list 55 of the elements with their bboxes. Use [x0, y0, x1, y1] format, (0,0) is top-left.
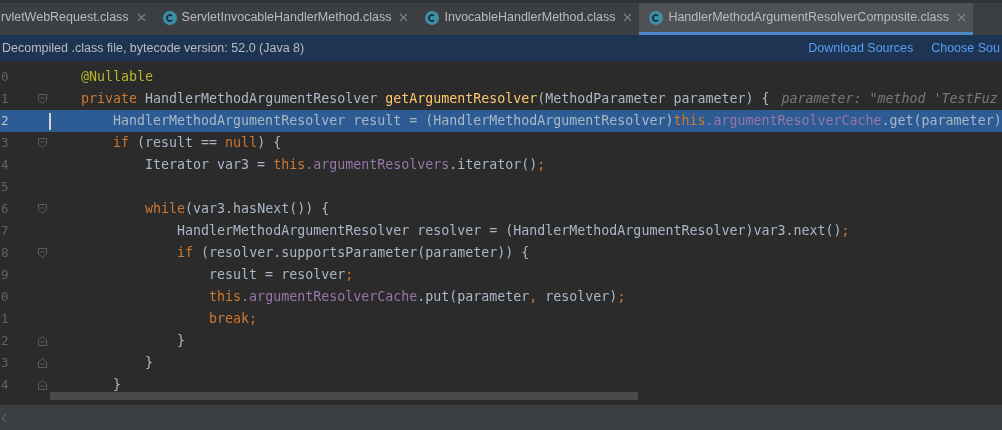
fold-icon[interactable] — [37, 248, 47, 258]
tab-label: ServletInvocableHandlerMethod.class — [181, 9, 392, 27]
tab-label: rvletWebRequest.class — [1, 9, 129, 27]
code-line: HandlerMethodArgumentResolver resolver = (HandlerMethodArgumentResolver)var3.next(); — [176, 222, 850, 241]
code-line: } — [176, 332, 186, 351]
fold-icon[interactable] — [37, 94, 47, 104]
line-number: 6 — [0, 199, 10, 218]
line-number: 1 — [0, 309, 10, 328]
line-number: 5 — [0, 177, 10, 196]
code-line: if (result == null) { — [112, 134, 282, 153]
editor-tab[interactable]: InvocableHandlerMethod.class — [415, 3, 640, 35]
line-number: 7 — [0, 221, 10, 240]
line-number: 9 — [0, 265, 10, 284]
editor-tab[interactable]: HandlerMethodArgumentResolverComposite.class — [639, 3, 974, 35]
caret-marker — [49, 112, 51, 130]
close-icon[interactable] — [957, 13, 967, 22]
close-icon[interactable] — [136, 13, 146, 22]
inline-hint: parameter: "method 'TestFuz — [781, 90, 998, 109]
line-number: 3 — [0, 133, 10, 152]
close-icon[interactable] — [399, 13, 409, 22]
line-number: 4 — [0, 375, 10, 394]
code-line: result = resolver; — [208, 266, 354, 285]
editor-tab[interactable]: ServletInvocableHandlerMethod.class — [152, 3, 416, 35]
tab-label: InvocableHandlerMethod.class — [444, 9, 616, 27]
code-line: private HandlerMethodArgumentResolver getArgumentResolver(MethodParameter parameter) { — [81, 90, 770, 109]
code-line: while(var3.hasNext()) { — [144, 200, 330, 219]
code-line: @Nullable — [81, 68, 154, 87]
line-number: 2 — [0, 111, 10, 130]
line-number: 3 — [0, 353, 10, 372]
fold-icon[interactable] — [37, 358, 47, 368]
horizontal-scrollbar[interactable] — [50, 392, 638, 400]
fold-icon[interactable] — [37, 380, 47, 390]
info-link[interactable]: Download Sources — [808, 38, 914, 58]
close-icon[interactable] — [623, 13, 633, 22]
line-number: 2 — [0, 331, 10, 350]
line-number: 0 — [0, 67, 10, 86]
fold-icon[interactable] — [37, 138, 47, 148]
line-number: 1 — [0, 89, 10, 108]
chevron-left-icon[interactable] — [1, 412, 7, 423]
editor-tab[interactable]: rvletWebRequest.class — [0, 3, 153, 35]
code-line: if (resolver.supportsParameter(parameter)) { — [176, 244, 530, 263]
fold-icon[interactable] — [37, 204, 47, 214]
code-line: HandlerMethodArgumentResolver result = (HandlerMethodArgumentResolver)this.argumentResolverCache.get(parameter) — [112, 112, 1002, 131]
code-line: Iterator var3 = this.argumentResolvers.iterator(); — [144, 156, 546, 175]
fold-icon[interactable] — [37, 336, 47, 346]
tab-label: HandlerMethodArgumentResolverComposite.class — [668, 9, 950, 27]
code-line: this.argumentResolverCache.put(parameter, resolver); — [208, 288, 626, 307]
code-line: break; — [208, 310, 258, 329]
code-line: } — [144, 354, 154, 373]
line-number: 4 — [0, 155, 10, 174]
line-number: 8 — [0, 243, 10, 262]
info-link[interactable]: Choose Sou — [931, 38, 1000, 58]
code-line: } — [112, 376, 122, 395]
info-message: Decompiled .class file, bytecode version: 52.0 (Java 8) — [2, 39, 305, 57]
line-number: 0 — [0, 287, 10, 306]
